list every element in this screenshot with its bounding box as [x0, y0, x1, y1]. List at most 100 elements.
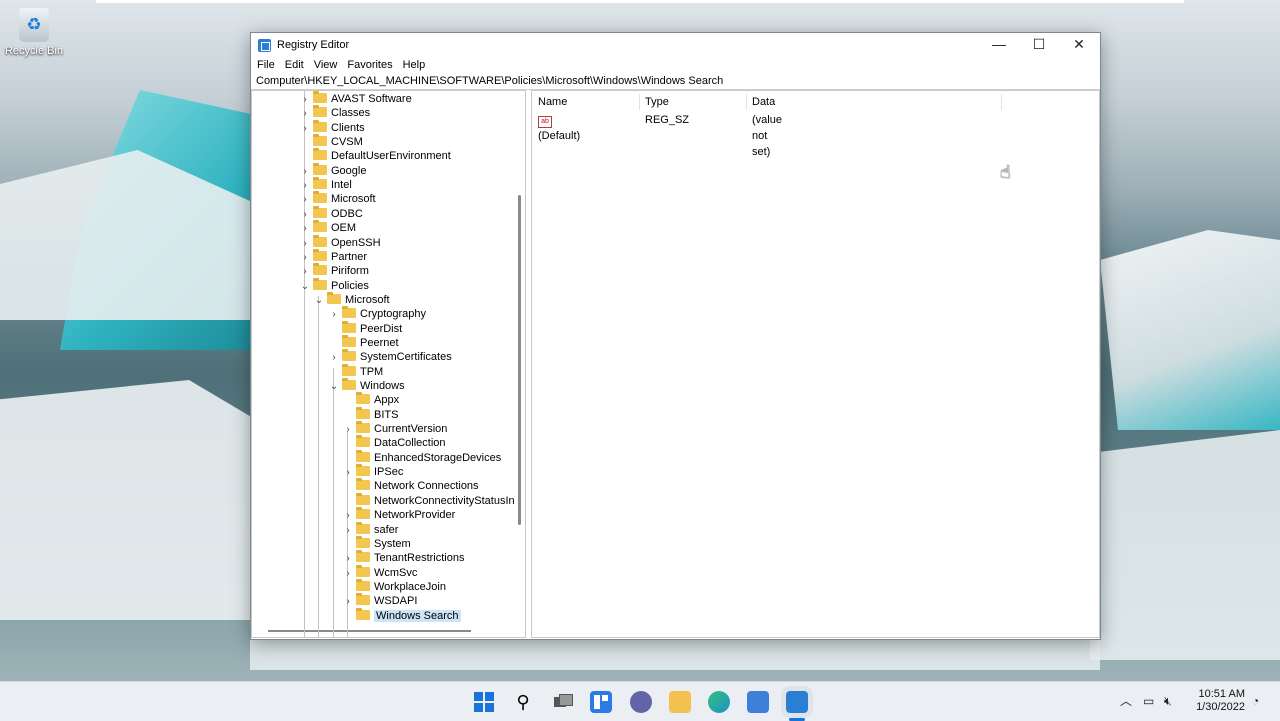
tree-node[interactable]: › Piriform — [300, 263, 369, 279]
tree-node[interactable]: › ODBC — [300, 206, 363, 222]
tree-node[interactable]: › OEM — [300, 220, 356, 236]
minimize-button[interactable]: — — [979, 33, 1019, 57]
tree-node[interactable]: ⌄ Microsoft — [314, 292, 390, 308]
file-explorer-icon[interactable] — [669, 691, 691, 713]
collapse-chevron-icon[interactable]: ⌄ — [300, 280, 310, 294]
tree-node[interactable]: › IPSec — [343, 464, 403, 480]
edge-icon[interactable] — [708, 691, 730, 713]
expand-chevron-icon[interactable]: › — [343, 509, 353, 523]
tree-node[interactable]: TPM — [329, 364, 383, 379]
tree-node[interactable]: › TenantRestrictions — [343, 550, 465, 566]
wallpaper-ice — [1090, 430, 1280, 660]
clock[interactable]: 10:51 AM 1/30/2022 — [1190, 688, 1245, 714]
close-button[interactable]: ✕ — [1059, 33, 1099, 57]
search-icon[interactable]: ⚲ — [512, 691, 534, 713]
expand-chevron-icon[interactable]: › — [300, 222, 310, 236]
tree-node-label: AVAST Software — [331, 93, 412, 105]
expand-chevron-icon[interactable]: › — [343, 466, 353, 480]
tree-node[interactable]: BITS — [343, 407, 398, 422]
task-view-icon[interactable] — [551, 691, 573, 713]
tree-node[interactable]: EnhancedStorageDevices — [343, 450, 501, 465]
tree-node[interactable]: › AVAST Software — [300, 91, 412, 107]
tree-node[interactable]: › Partner — [300, 249, 367, 265]
tree-node[interactable]: System — [343, 536, 411, 551]
expand-chevron-icon[interactable]: › — [300, 193, 310, 207]
folder-icon — [356, 392, 370, 404]
tree-node[interactable]: › Cryptography — [329, 306, 426, 322]
tree-node[interactable]: Appx — [343, 392, 399, 407]
tree-node[interactable]: › SystemCertificates — [329, 349, 452, 365]
address-bar[interactable]: Computer\HKEY_LOCAL_MACHINE\SOFTWARE\Pol… — [251, 73, 1100, 90]
network-icon[interactable]: ▭ — [1143, 682, 1154, 721]
menu-favorites[interactable]: Favorites — [343, 57, 396, 73]
expand-chevron-icon[interactable]: › — [343, 524, 353, 538]
expand-chevron-icon[interactable]: › — [300, 251, 310, 265]
tree-node[interactable]: › Microsoft — [300, 191, 376, 207]
tree-node[interactable]: › Clients — [300, 120, 365, 136]
tree-node[interactable]: WorkplaceJoin — [343, 579, 446, 594]
tree-node[interactable]: NetworkConnectivityStatusIn — [343, 493, 515, 508]
store-icon[interactable] — [747, 691, 769, 713]
tree-node[interactable]: › WSDAPI — [343, 593, 417, 609]
folder-icon — [356, 507, 370, 519]
registry-values-list[interactable]: Name Type Data ab (Default) REG_SZ (value… — [531, 90, 1100, 638]
tree-node[interactable]: CVSM — [300, 134, 363, 149]
volume-muted-icon[interactable]: 🔇︎ — [1164, 682, 1172, 721]
tree-node[interactable]: › Intel — [300, 177, 352, 193]
menu-view[interactable]: View — [310, 57, 342, 73]
expand-chevron-icon[interactable]: › — [343, 595, 353, 609]
title-bar[interactable]: Registry Editor — ☐ ✕ — [251, 33, 1100, 57]
expand-chevron-icon[interactable]: › — [300, 208, 310, 222]
maximize-button[interactable]: ☐ — [1019, 33, 1059, 57]
tree-node[interactable]: ⌄ Policies — [300, 278, 369, 294]
menu-edit[interactable]: Edit — [281, 57, 308, 73]
tree-node[interactable]: › Google — [300, 163, 366, 179]
expand-chevron-icon[interactable]: › — [343, 567, 353, 581]
tree-node-label: Microsoft — [331, 193, 376, 205]
chat-icon[interactable] — [630, 691, 652, 713]
tree-horizontal-scrollbar[interactable] — [268, 630, 471, 632]
tree-node[interactable]: Windows Search — [343, 608, 461, 623]
expand-chevron-icon[interactable]: › — [329, 308, 339, 322]
tree-node[interactable]: Network Connections — [343, 478, 479, 493]
tree-node[interactable]: Peernet — [329, 335, 399, 350]
column-header-name[interactable]: Name — [532, 94, 640, 110]
registry-key-tree[interactable]: › AVAST Software › Classes › Clients CVSM Defau… — [251, 90, 526, 638]
expand-chevron-icon[interactable]: › — [343, 552, 353, 566]
collapse-chevron-icon[interactable]: ⌄ — [314, 294, 324, 308]
expand-chevron-icon[interactable]: › — [300, 122, 310, 136]
folder-icon — [313, 177, 327, 189]
tree-node[interactable]: › NetworkProvider — [343, 507, 455, 523]
registry-editor-taskbar-icon[interactable] — [786, 691, 808, 713]
menu-help[interactable]: Help — [399, 57, 430, 73]
expand-chevron-icon[interactable]: › — [300, 165, 310, 179]
expand-chevron-icon[interactable]: › — [343, 423, 353, 437]
start-icon[interactable] — [473, 691, 495, 713]
tree-node[interactable]: › CurrentVersion — [343, 421, 447, 437]
collapse-chevron-icon[interactable]: ⌄ — [329, 380, 339, 394]
desktop-icon-recycle-bin[interactable]: Recycle Bin — [4, 8, 64, 57]
expand-chevron-icon[interactable]: › — [300, 93, 310, 107]
tree-node[interactable]: PeerDist — [329, 321, 402, 336]
folder-icon — [356, 593, 370, 605]
widgets-icon[interactable] — [590, 691, 612, 713]
menu-file[interactable]: File — [253, 57, 279, 73]
tree-node[interactable]: › WcmSvc — [343, 565, 417, 581]
notifications-icon[interactable]: ◔ — [1252, 682, 1259, 721]
expand-chevron-icon[interactable]: › — [329, 351, 339, 365]
column-header-type[interactable]: Type — [639, 94, 747, 110]
tree-vertical-scrollbar[interactable] — [518, 195, 521, 525]
tree-node[interactable]: DefaultUserEnvironment — [300, 148, 451, 163]
tree-node[interactable]: › Classes — [300, 105, 370, 121]
tree-node[interactable]: › OpenSSH — [300, 235, 381, 251]
column-header-data[interactable]: Data — [746, 94, 1002, 110]
expand-chevron-icon[interactable]: › — [300, 265, 310, 279]
expand-chevron-icon[interactable]: › — [300, 237, 310, 251]
expand-chevron-icon[interactable]: › — [300, 107, 310, 121]
folder-icon — [356, 421, 370, 433]
tree-node[interactable]: › safer — [343, 522, 398, 538]
expand-chevron-icon[interactable]: › — [300, 179, 310, 193]
tree-node[interactable]: ⌄ Windows — [329, 378, 405, 394]
tree-node[interactable]: DataCollection — [343, 435, 446, 450]
show-hidden-icons-chevron-icon[interactable]: ︿ — [1120, 682, 1132, 721]
